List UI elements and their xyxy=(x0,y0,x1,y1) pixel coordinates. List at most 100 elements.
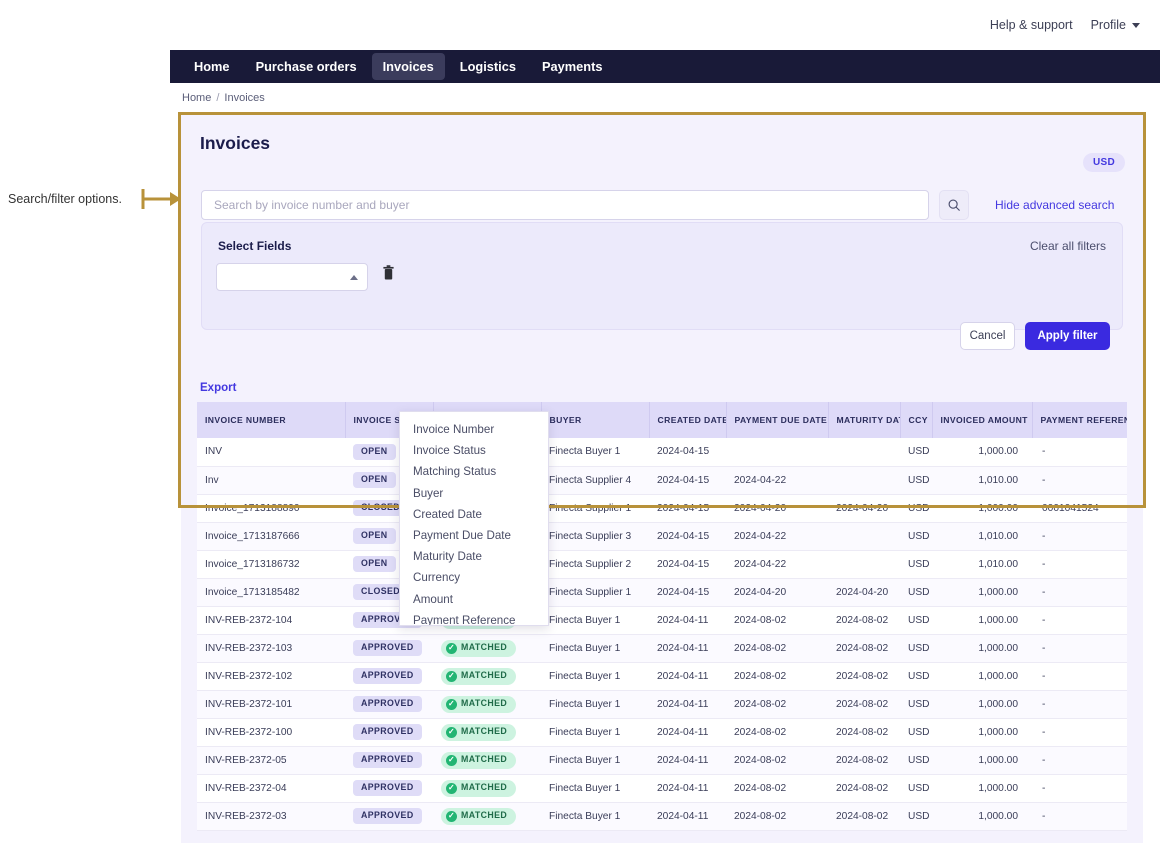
utility-bar: Help & support Profile xyxy=(0,0,1160,50)
cell-maturity-date: 2024-08-02 xyxy=(828,774,900,803)
trash-icon xyxy=(383,265,394,280)
nav-item-invoices[interactable]: Invoices xyxy=(371,53,445,80)
dropdown-option-8[interactable]: Amount xyxy=(400,589,548,610)
nav-item-home[interactable]: Home xyxy=(183,53,241,80)
cell-maturity-date xyxy=(828,438,900,467)
advanced-filter-panel: Select Fields Clear all filters xyxy=(201,222,1123,330)
main-navigation: Home Purchase orders Invoices Logistics … xyxy=(170,50,1160,83)
table-row[interactable]: INV-REB-2372-102 APPROVED ✓ MATCHED Finecta … xyxy=(197,662,1127,691)
table-row[interactable]: INV-REB-2372-05 APPROVED ✓ MATCHED Finecta B… xyxy=(197,746,1127,775)
col-ccy[interactable]: CCY xyxy=(900,402,933,438)
cell-maturity-date: 2024-08-02 xyxy=(828,690,900,719)
cell-payment-due-date: 2024-08-02 xyxy=(726,746,828,775)
cell-payment-reference: - xyxy=(1032,774,1127,803)
delete-filter-button[interactable] xyxy=(382,265,395,285)
cell-invoiced-amount: 1,000.00 xyxy=(932,634,1032,663)
dropdown-option-2[interactable]: Matching Status xyxy=(400,461,548,482)
table-row[interactable]: INV-REB-2372-101 APPROVED ✓ MATCHED Finecta … xyxy=(197,690,1127,719)
matched-icon: ✓ xyxy=(446,754,457,766)
cell-payment-due-date: 2024-04-22 xyxy=(726,522,828,551)
table-row[interactable]: Invoice_1713187666OPEN◔PENDINGFinecta Su… xyxy=(197,522,1127,551)
cell-invoiced-amount: 1,000.00 xyxy=(932,578,1032,607)
table-row[interactable]: InvOPEN!DISCREPANTFinecta Supplier 42024… xyxy=(197,466,1127,495)
dropdown-option-4[interactable]: Created Date xyxy=(400,504,548,525)
page-title: Invoices xyxy=(200,133,271,153)
dropdown-option-7[interactable]: Currency xyxy=(400,567,548,588)
clear-all-filters-link[interactable]: Clear all filters xyxy=(1030,239,1106,253)
table-row[interactable]: INVOPEN◔PENDINGFinecta Buyer 12024-04-15… xyxy=(197,438,1127,467)
col-invoiced-amount[interactable]: INVOICED AMOUNT xyxy=(932,402,1033,438)
col-created-date[interactable]: CREATED DATE xyxy=(649,402,727,438)
cell-maturity-date xyxy=(828,466,900,495)
matched-icon: ✓ xyxy=(446,698,457,710)
table-row[interactable]: Invoice_1713188890CLOSED✓MATCHEDFinecta … xyxy=(197,494,1127,523)
nav-item-logistics[interactable]: Logistics xyxy=(449,53,527,80)
table-row[interactable]: INV-REB-2372-04 APPROVED ✓ MATCHED Finecta B… xyxy=(197,774,1127,803)
cell-buyer: Finecta Supplier 1 xyxy=(541,494,649,523)
cell-invoice-number: Invoice_1713188890 xyxy=(197,494,345,523)
toggle-advanced-search-link[interactable]: Hide advanced search xyxy=(995,198,1114,212)
col-payment-reference[interactable]: PAYMENT REFERENCE xyxy=(1032,402,1127,438)
invoices-table: INVOICE NUMBER INVOICE STATUS MATCHING S… xyxy=(197,402,1127,831)
export-link[interactable]: Export xyxy=(200,382,236,394)
matching-status-badge: ✓MATCHED xyxy=(441,779,517,797)
search-button[interactable] xyxy=(939,190,969,220)
cell-invoice-status: APPROVED xyxy=(345,774,433,803)
cell-invoice-number: INV-REB-2372-04 xyxy=(197,774,345,803)
table-row[interactable]: INV-REB-2372-103 APPROVED ✓ MATCHED Finecta … xyxy=(197,634,1127,663)
cell-created-date: 2024-04-11 xyxy=(649,634,726,663)
filter-field-select[interactable] xyxy=(216,263,368,291)
table-row[interactable]: Invoice_1713186732OPEN!DISCREPANTFinecta… xyxy=(197,550,1127,579)
dropdown-option-9[interactable]: Payment Reference xyxy=(400,610,548,625)
select-fields-label: Select Fields xyxy=(218,239,292,253)
cell-invoice-status: APPROVED xyxy=(345,690,433,719)
cell-ccy: USD xyxy=(900,662,932,691)
cell-payment-reference: - xyxy=(1032,690,1127,719)
cell-buyer: Finecta Supplier 4 xyxy=(541,466,649,495)
table-row[interactable]: INV-REB-2372-03 APPROVED ✓ MATCHED Finecta B… xyxy=(197,802,1127,831)
annotation-arrow-icon xyxy=(141,189,181,209)
cell-matching-status: ✓MATCHED xyxy=(433,746,541,775)
cell-payment-due-date: 2024-04-22 xyxy=(726,466,828,495)
table-row[interactable]: INV-REB-2372-100 APPROVED ✓ MATCHED Finecta … xyxy=(197,718,1127,747)
help-and-support-link[interactable]: Help & support xyxy=(990,18,1073,32)
cell-ccy: USD xyxy=(900,494,932,523)
cell-payment-due-date: 2024-08-02 xyxy=(726,662,828,691)
profile-menu[interactable]: Profile xyxy=(1091,18,1140,32)
cell-payment-reference: - xyxy=(1032,662,1127,691)
dropdown-option-0[interactable]: Invoice Number xyxy=(400,419,548,440)
search-input[interactable] xyxy=(201,190,929,220)
nav-item-payments[interactable]: Payments xyxy=(531,53,613,80)
cell-matching-status: ✓MATCHED xyxy=(433,802,541,831)
status-badge: APPROVED xyxy=(353,696,422,712)
cell-payment-due-date: 2024-08-02 xyxy=(726,634,828,663)
cell-created-date: 2024-04-11 xyxy=(649,662,726,691)
col-payment-due-date[interactable]: PAYMENT DUE DATE xyxy=(726,402,829,438)
col-maturity-date[interactable]: MATURITY DATE xyxy=(828,402,901,438)
cell-created-date: 2024-04-15 xyxy=(649,438,726,467)
cell-payment-reference: - xyxy=(1032,802,1127,831)
dropdown-option-6[interactable]: Maturity Date xyxy=(400,546,548,567)
dropdown-option-3[interactable]: Buyer xyxy=(400,483,548,504)
table-row[interactable]: INV-REB-2372-104APPROVED✓MATCHEDFinecta … xyxy=(197,606,1127,635)
filter-field-dropdown[interactable]: Invoice Number Invoice Status Matching Sta… xyxy=(399,411,549,626)
dropdown-option-5[interactable]: Payment Due Date xyxy=(400,525,548,546)
table-row[interactable]: Invoice_1713185482CLOSED✓MATCHEDFinecta … xyxy=(197,578,1127,607)
cell-invoice-status: APPROVED xyxy=(345,718,433,747)
cell-invoice-number: Inv xyxy=(197,466,345,495)
cell-maturity-date: 2024-08-02 xyxy=(828,746,900,775)
cell-maturity-date xyxy=(828,550,900,579)
dropdown-option-1[interactable]: Invoice Status xyxy=(400,440,548,461)
cell-buyer: Finecta Buyer 1 xyxy=(541,438,649,467)
col-buyer[interactable]: BUYER xyxy=(541,402,650,438)
col-invoice-number[interactable]: INVOICE NUMBER xyxy=(197,402,346,438)
status-badge: APPROVED xyxy=(353,668,422,684)
cancel-button[interactable]: Cancel xyxy=(960,322,1015,350)
nav-item-purchase-orders[interactable]: Purchase orders xyxy=(245,53,368,80)
cell-invoiced-amount: 1,000.00 xyxy=(932,662,1032,691)
apply-filter-button[interactable]: Apply filter xyxy=(1025,322,1110,350)
status-badge: OPEN xyxy=(353,556,396,572)
cell-payment-reference: - xyxy=(1032,606,1127,635)
status-badge: APPROVED xyxy=(353,724,422,740)
breadcrumb-home[interactable]: Home xyxy=(182,92,211,104)
